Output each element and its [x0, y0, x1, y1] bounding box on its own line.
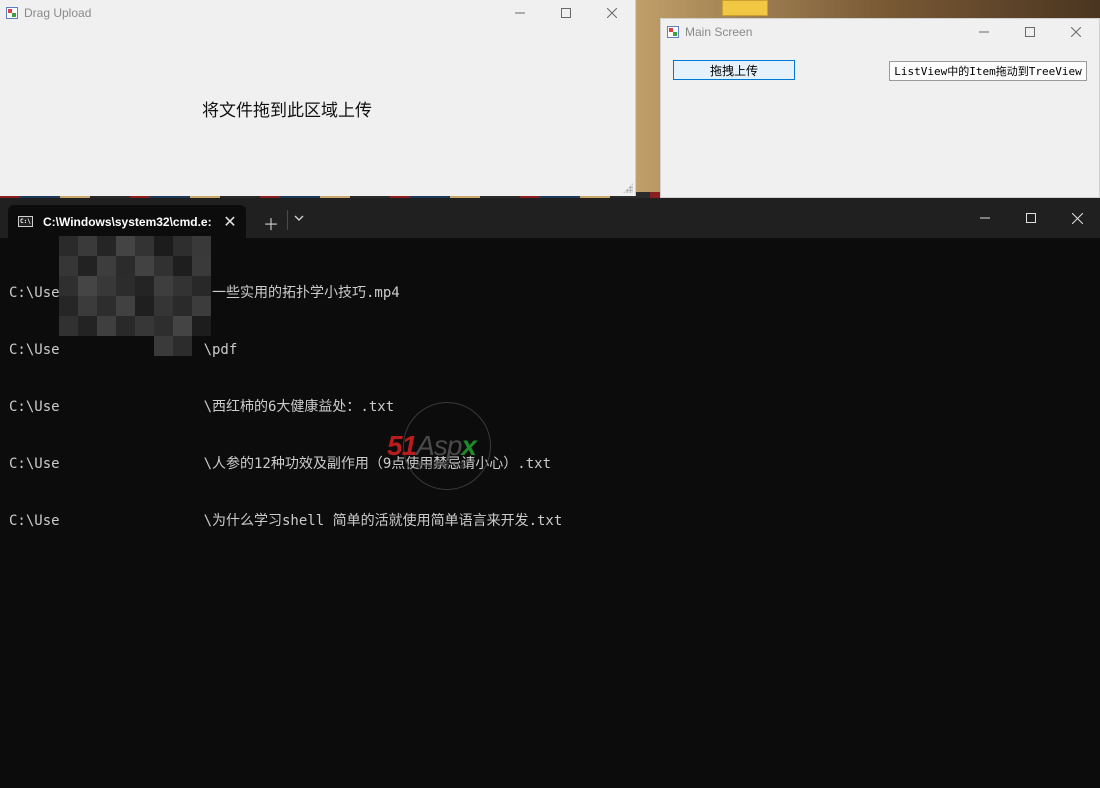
close-icon: [1071, 212, 1083, 224]
dropdown-chevron-icon[interactable]: [294, 210, 304, 228]
drag-upload-title: Drag Upload: [24, 6, 92, 20]
app-icon: [667, 26, 679, 38]
maximize-icon: [561, 8, 571, 18]
listview-to-treeview-button[interactable]: ListView中的Item拖动到TreeView: [889, 61, 1087, 81]
watermark-subtitle: 源码服务专家: [415, 461, 469, 470]
main-screen-window: Main Screen 拖拽上传 ListView中的Item拖动到TreeVi…: [660, 18, 1100, 198]
file-drop-area[interactable]: 将文件拖到此区域上传: [0, 26, 636, 196]
maximize-button[interactable]: [1007, 19, 1053, 45]
resize-grip-icon[interactable]: [623, 183, 633, 193]
maximize-icon: [1026, 213, 1036, 223]
drag-upload-window: Drag Upload 将文件拖到此区域上传: [0, 0, 636, 196]
cmd-icon: C:\: [18, 216, 33, 227]
tab-close-icon[interactable]: ✕: [220, 212, 240, 232]
minimize-icon: [515, 12, 525, 14]
minimize-icon: [979, 31, 989, 33]
watermark-logo: 51Aspx 源码服务专家: [385, 402, 513, 494]
app-icon: [6, 7, 18, 19]
minimize-icon: [980, 217, 990, 219]
drag-upload-button[interactable]: 拖拽上传: [673, 60, 795, 80]
new-tab-plus-icon[interactable]: ＋: [263, 211, 279, 235]
tab-separator: [287, 210, 288, 230]
main-screen-titlebar[interactable]: Main Screen: [661, 19, 1099, 45]
drag-upload-titlebar[interactable]: Drag Upload: [0, 0, 635, 26]
minimize-button[interactable]: [497, 0, 543, 26]
terminal-tab-bar[interactable]: C:\ C:\Windows\system32\cmd.e: ✕ ＋: [0, 198, 1100, 238]
terminal-close-button[interactable]: [1054, 198, 1100, 238]
close-icon: [1071, 27, 1081, 37]
redaction-mosaic: [59, 236, 211, 356]
close-icon: [607, 8, 617, 18]
terminal-window: C:\ C:\Windows\system32\cmd.e: ✕ ＋ C:\Us…: [0, 198, 1100, 788]
drop-area-label: 将文件拖到此区域上传: [202, 101, 372, 121]
maximize-icon: [1025, 27, 1035, 37]
terminal-maximize-button[interactable]: [1008, 198, 1054, 238]
maximize-button[interactable]: [543, 0, 589, 26]
desktop-folder-icon[interactable]: [722, 0, 768, 16]
close-button[interactable]: [589, 0, 635, 26]
close-button[interactable]: [1053, 19, 1099, 45]
terminal-tab[interactable]: C:\ C:\Windows\system32\cmd.e: ✕: [8, 205, 246, 238]
watermark-brand: 51Aspx: [387, 430, 477, 461]
terminal-line: C:\Use \为什么学习shell 简单的活就使用简单语言来开发.txt: [9, 513, 563, 529]
minimize-button[interactable]: [961, 19, 1007, 45]
tab-title: C:\Windows\system32\cmd.e:: [43, 214, 212, 229]
terminal-minimize-button[interactable]: [962, 198, 1008, 238]
main-screen-title: Main Screen: [685, 25, 753, 39]
